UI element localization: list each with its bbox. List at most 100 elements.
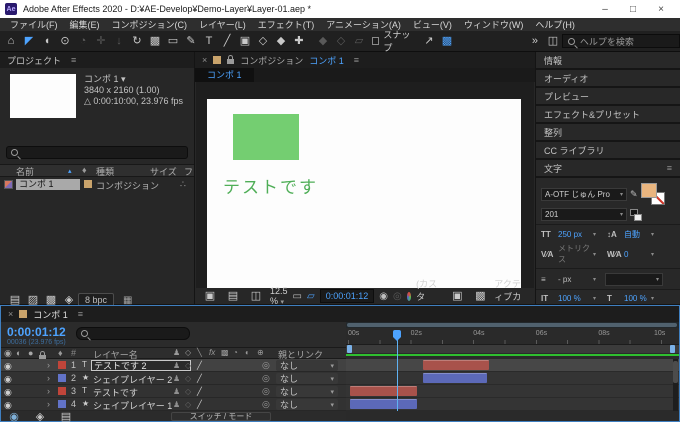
stroke-width-value[interactable]: - px <box>558 275 590 284</box>
layer-label-swatch[interactable] <box>58 374 66 382</box>
shy-switch[interactable]: ♟ <box>173 400 180 409</box>
snapshot-icon[interactable]: ◉ <box>379 291 388 302</box>
quality-switch[interactable]: ╱ <box>197 387 202 396</box>
close-button[interactable]: × <box>647 4 675 15</box>
layer-duration-bar[interactable] <box>423 373 487 383</box>
orbit-camera-tool-icon[interactable]: ◔ <box>74 31 92 51</box>
collapse-switch[interactable]: ◇ <box>185 387 191 396</box>
tab-project[interactable]: プロジェクト <box>7 54 61 67</box>
label-color-swatch[interactable] <box>84 180 92 188</box>
panel-0[interactable]: 情報 <box>536 52 680 68</box>
parent-select[interactable]: なし▾ <box>276 399 338 410</box>
shy-switch[interactable]: ♟ <box>173 361 180 370</box>
collapse-switch[interactable]: ◇ <box>185 400 191 409</box>
shape-tool-icon[interactable]: ▭ <box>164 31 182 51</box>
quality-switch[interactable]: ╱ <box>197 361 202 370</box>
tab-timeline-comp[interactable]: コンポ 1 <box>33 308 68 321</box>
column-name[interactable]: 名前 <box>16 165 34 178</box>
menu-layer[interactable]: レイヤー(L) <box>193 18 252 31</box>
workspace-icon[interactable]: ◫ <box>544 31 562 51</box>
eraser-tool-icon[interactable]: ◇ <box>254 31 272 51</box>
eye-icon[interactable]: ◉ <box>4 386 13 395</box>
panel-2[interactable]: プレビュー <box>536 88 680 104</box>
menu-composition[interactable]: コンポジション(C) <box>106 18 194 31</box>
panel-3[interactable]: エフェクト&プリセット <box>536 106 680 122</box>
pan-camera-tool-icon[interactable]: ✛ <box>92 31 110 51</box>
font-family-select[interactable]: A-OTF じゅん Pro▾ <box>541 188 627 201</box>
panel-1[interactable]: オーディオ <box>536 70 680 86</box>
channel-icon[interactable] <box>407 292 411 301</box>
parent-select[interactable]: なし▾ <box>276 373 338 384</box>
always-preview-icon[interactable]: ▣ <box>201 286 219 306</box>
layer-duration-bar[interactable] <box>350 399 417 409</box>
bw-swatches[interactable] <box>630 209 642 221</box>
toolbar-overflow[interactable]: » <box>526 31 544 51</box>
collapse-switch[interactable]: ◇ <box>185 374 191 383</box>
minimize-button[interactable]: – <box>591 4 619 15</box>
composition-viewer[interactable]: テストです <box>196 82 534 288</box>
motion-blur-enable-icon[interactable]: ◈ <box>31 407 49 422</box>
menu-file[interactable]: ファイル(F) <box>4 18 64 31</box>
panel-menu-icon[interactable]: ≡ <box>71 55 76 65</box>
font-size-value[interactable]: 250 px <box>558 230 590 239</box>
fill-color-swatch[interactable] <box>641 183 665 205</box>
layer-duration-bar[interactable] <box>423 360 489 370</box>
zoom-tool-icon[interactable]: ⊙ <box>56 31 74 51</box>
expander-icon[interactable]: › <box>47 386 50 396</box>
project-row[interactable]: コンポ 1 コンポジション ∴ <box>0 178 194 191</box>
panel-4[interactable]: 整列 <box>536 124 680 140</box>
mask-transform-icon-icon[interactable]: ▩ <box>438 31 456 51</box>
parent-select[interactable]: なし▾ <box>276 386 338 397</box>
shy-switch[interactable]: ♟ <box>173 387 180 396</box>
column-file[interactable]: フ <box>184 165 193 178</box>
magnification-select[interactable]: 12.5 % ▾ <box>270 286 288 306</box>
quality-switch[interactable]: ╱ <box>197 374 202 383</box>
puppet-tool-icon[interactable]: ✚ <box>290 31 308 51</box>
mask-outline-icon[interactable]: ▱ <box>307 291 315 302</box>
text-layer[interactable]: テストです <box>223 173 318 198</box>
expander-icon[interactable]: › <box>47 373 50 383</box>
menu-effect[interactable]: エフェクト(T) <box>252 18 321 31</box>
playhead-line[interactable] <box>397 332 398 411</box>
kerning-value[interactable]: メトリクス <box>558 243 590 265</box>
panel-menu-icon[interactable]: ≡ <box>78 309 83 319</box>
timeline-search-input[interactable] <box>76 327 190 340</box>
camera-tool-icon[interactable]: ▩ <box>146 31 164 51</box>
panel-close-icon[interactable]: × <box>202 55 207 65</box>
vertical-scale-value[interactable]: 100 % <box>558 294 590 303</box>
graph-editor-icon[interactable]: ▤ <box>57 407 75 422</box>
pickwhip-icon[interactable]: ◎ <box>262 360 270 371</box>
maximize-button[interactable]: □ <box>619 4 647 15</box>
stamp-tool-icon[interactable]: ▣ <box>236 31 254 51</box>
pickwhip-icon[interactable]: ◎ <box>262 373 270 384</box>
snap-checkbox[interactable] <box>372 37 379 45</box>
menu-window[interactable]: ウィンドウ(W) <box>458 18 530 31</box>
column-type[interactable]: 種類 <box>96 165 114 178</box>
viewer-timecode[interactable]: 0:00:01:12 <box>320 289 375 303</box>
comp-name[interactable]: コンポ 1 ▾ <box>84 74 183 85</box>
eye-icon[interactable]: ◉ <box>4 360 13 369</box>
parent-select[interactable]: なし▾ <box>276 360 338 371</box>
axis-mode-world-icon[interactable]: ◇ <box>332 31 350 51</box>
pen-tool-icon[interactable]: ✎ <box>182 31 200 51</box>
home-icon[interactable]: ⌂ <box>2 31 20 51</box>
panel-menu-icon[interactable]: ≡ <box>667 163 672 173</box>
sort-arrow-icon[interactable]: ▴ <box>68 167 72 175</box>
layer-duration-bar[interactable] <box>350 386 417 396</box>
pixel-aspect-icon[interactable]: ▣ <box>448 286 466 306</box>
frame-blend-enable-icon[interactable]: ◉ <box>5 407 23 422</box>
layer-row-2[interactable]: ◉›2★シェイプレイヤー 2♟◇╱◎なし▾ <box>1 372 346 385</box>
timeline-vertical-scrollbar[interactable] <box>673 359 678 411</box>
playhead-handle[interactable] <box>393 330 401 337</box>
shape-layer-rectangle[interactable] <box>233 114 299 160</box>
quality-switch[interactable]: ╱ <box>197 400 202 409</box>
layer-row-1[interactable]: ◉›1Tテストです 2♟◇╱◎なし▾ <box>1 359 346 372</box>
work-area-start-handle[interactable] <box>347 345 352 353</box>
switch-mode-button[interactable]: スイッチ / モード <box>171 412 271 421</box>
mask-visibility-icon[interactable]: ◫ <box>247 286 265 306</box>
project-item-name[interactable]: コンポ 1 <box>16 179 80 190</box>
work-area-end-handle[interactable] <box>670 345 675 353</box>
rotate-tool-icon[interactable]: ↻ <box>128 31 146 51</box>
menu-help[interactable]: ヘルプ(H) <box>529 18 581 31</box>
expander-icon[interactable]: › <box>47 360 50 370</box>
